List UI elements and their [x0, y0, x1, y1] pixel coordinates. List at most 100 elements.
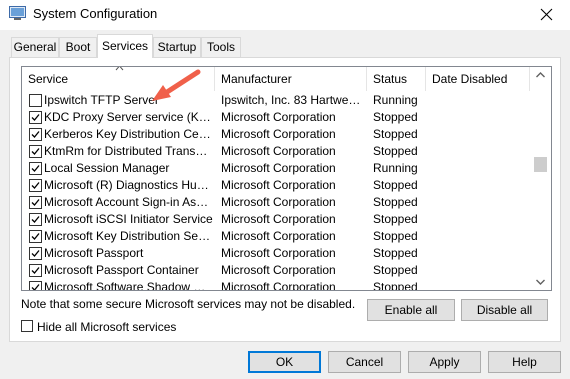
service-checkbox[interactable] — [29, 179, 42, 192]
service-name: Microsoft Software Shadow Cop... — [44, 280, 214, 291]
cancel-button[interactable]: Cancel — [328, 351, 401, 373]
service-checkbox[interactable] — [29, 230, 42, 243]
tab-general[interactable]: General — [11, 37, 59, 57]
tab-boot[interactable]: Boot — [59, 37, 97, 57]
service-name: Microsoft Account Sign-in Assistant — [44, 195, 214, 209]
scroll-thumb[interactable] — [534, 157, 547, 172]
ok-button[interactable]: OK — [248, 351, 321, 373]
service-checkbox[interactable] — [29, 162, 42, 175]
service-checkbox[interactable] — [29, 94, 42, 107]
checkmark-icon — [31, 148, 40, 155]
service-name: Local Session Manager — [44, 161, 170, 175]
column-header-label: Date Disabled — [432, 72, 508, 86]
column-header-status[interactable]: Status — [367, 67, 426, 91]
service-checkbox[interactable] — [29, 213, 42, 226]
title-bar: System Configuration — [0, 0, 570, 30]
tab-startup[interactable]: Startup — [153, 37, 201, 57]
table-row[interactable]: Kerberos Key Distribution Center Microsof… — [22, 126, 530, 143]
service-manufacturer: Microsoft Corporation — [221, 280, 336, 291]
service-checkbox[interactable] — [29, 247, 42, 260]
enable-all-button[interactable]: Enable all — [367, 299, 455, 321]
table-row[interactable]: Microsoft Passport Microsoft Corporation S… — [22, 245, 530, 262]
sort-ascending-icon — [115, 67, 124, 71]
table-row[interactable]: Microsoft Software Shadow Cop... Microsof… — [22, 279, 530, 291]
service-manufacturer: Microsoft Corporation — [221, 127, 336, 141]
window-title: System Configuration — [33, 6, 158, 21]
checkmark-icon — [31, 165, 40, 172]
red-arrow-icon — [152, 69, 201, 101]
service-name: Kerberos Key Distribution Center — [44, 127, 214, 141]
service-manufacturer: Microsoft Corporation — [221, 229, 336, 243]
service-manufacturer: Ipswitch, Inc. 83 Hartwell ... — [221, 93, 363, 107]
checkmark-icon — [31, 267, 40, 274]
service-checkbox[interactable] — [29, 128, 42, 141]
checkmark-icon — [31, 284, 40, 290]
service-manufacturer: Microsoft Corporation — [221, 263, 336, 277]
service-checkbox[interactable] — [29, 145, 42, 158]
scroll-up-button[interactable] — [530, 67, 551, 84]
service-name: Microsoft Passport Container — [44, 263, 199, 277]
service-status: Running — [373, 161, 418, 175]
table-row[interactable]: Microsoft (R) Diagnostics Hub St... Micro… — [22, 177, 530, 194]
checkmark-icon — [31, 216, 40, 223]
table-row[interactable]: Microsoft Passport Container Microsoft Co… — [22, 262, 530, 279]
service-checkbox[interactable] — [29, 111, 42, 124]
service-manufacturer: Microsoft Corporation — [221, 195, 336, 209]
chevron-up-icon — [536, 72, 545, 78]
service-status: Stopped — [373, 263, 418, 277]
help-button[interactable]: Help — [488, 351, 561, 373]
services-list[interactable]: Service Manufacturer Status Date Disable… — [21, 66, 552, 291]
table-row[interactable]: Microsoft Key Distribution Service Micros… — [22, 228, 530, 245]
apply-button[interactable]: Apply — [408, 351, 481, 373]
system-config-icon — [9, 6, 26, 20]
service-status: Stopped — [373, 110, 418, 124]
tab-tools[interactable]: Tools — [201, 37, 241, 57]
service-status: Stopped — [373, 127, 418, 141]
service-name: KtmRm for Distributed Transacti... — [44, 144, 214, 158]
service-status: Stopped — [373, 144, 418, 158]
service-status: Stopped — [373, 280, 418, 291]
checkmark-icon — [31, 199, 40, 206]
checkmark-icon — [31, 131, 40, 138]
scroll-down-button[interactable] — [530, 273, 551, 290]
table-row[interactable]: KtmRm for Distributed Transacti... Micros… — [22, 143, 530, 160]
disable-all-button[interactable]: Disable all — [461, 299, 548, 321]
table-row[interactable]: Ipswitch TFTP Server Ipswitch, Inc. 83 Ha… — [22, 92, 530, 109]
vertical-scrollbar[interactable] — [530, 67, 551, 290]
table-row[interactable]: Microsoft Account Sign-in Assistant Micro… — [22, 194, 530, 211]
tab-services[interactable]: Services — [97, 34, 153, 58]
table-row[interactable]: Microsoft iSCSI Initiator Service Microso… — [22, 211, 530, 228]
checkmark-icon — [31, 233, 40, 240]
service-status: Stopped — [373, 212, 418, 226]
checkmark-icon — [31, 114, 40, 121]
hide-microsoft-services-label: Hide all Microsoft services — [37, 320, 177, 334]
service-status: Stopped — [373, 178, 418, 192]
service-manufacturer: Microsoft Corporation — [221, 144, 336, 158]
checkmark-icon — [31, 250, 40, 257]
services-rows: Ipswitch TFTP Server Ipswitch, Inc. 83 Ha… — [22, 92, 530, 291]
service-manufacturer: Microsoft Corporation — [221, 178, 336, 192]
service-name: Microsoft (R) Diagnostics Hub St... — [44, 178, 214, 192]
column-header-label: Manufacturer — [221, 72, 292, 86]
service-manufacturer: Microsoft Corporation — [221, 212, 336, 226]
close-icon — [540, 8, 553, 21]
checkmark-icon — [31, 182, 40, 189]
column-header-manufacturer[interactable]: Manufacturer — [215, 67, 367, 91]
service-status: Running — [373, 93, 418, 107]
hide-microsoft-services-checkbox[interactable] — [21, 320, 33, 332]
service-checkbox[interactable] — [29, 264, 42, 277]
table-row[interactable]: Local Session Manager Microsoft Corporati… — [22, 160, 530, 177]
service-checkbox[interactable] — [29, 281, 42, 290]
service-status: Stopped — [373, 246, 418, 260]
column-header-label: Service — [28, 72, 69, 86]
service-checkbox[interactable] — [29, 196, 42, 209]
service-name: Microsoft Passport — [44, 246, 144, 260]
secure-services-note: Note that some secure Microsoft services… — [21, 297, 356, 311]
column-header-label: Status — [373, 72, 408, 86]
list-header: Service Manufacturer Status Date Disable… — [22, 67, 530, 91]
column-header-date-disabled[interactable]: Date Disabled — [426, 67, 530, 91]
service-name: Microsoft Key Distribution Service — [44, 229, 214, 243]
close-button[interactable] — [524, 0, 570, 30]
table-row[interactable]: KDC Proxy Server service (KPS) Microsoft … — [22, 109, 530, 126]
chevron-down-icon — [536, 279, 545, 285]
